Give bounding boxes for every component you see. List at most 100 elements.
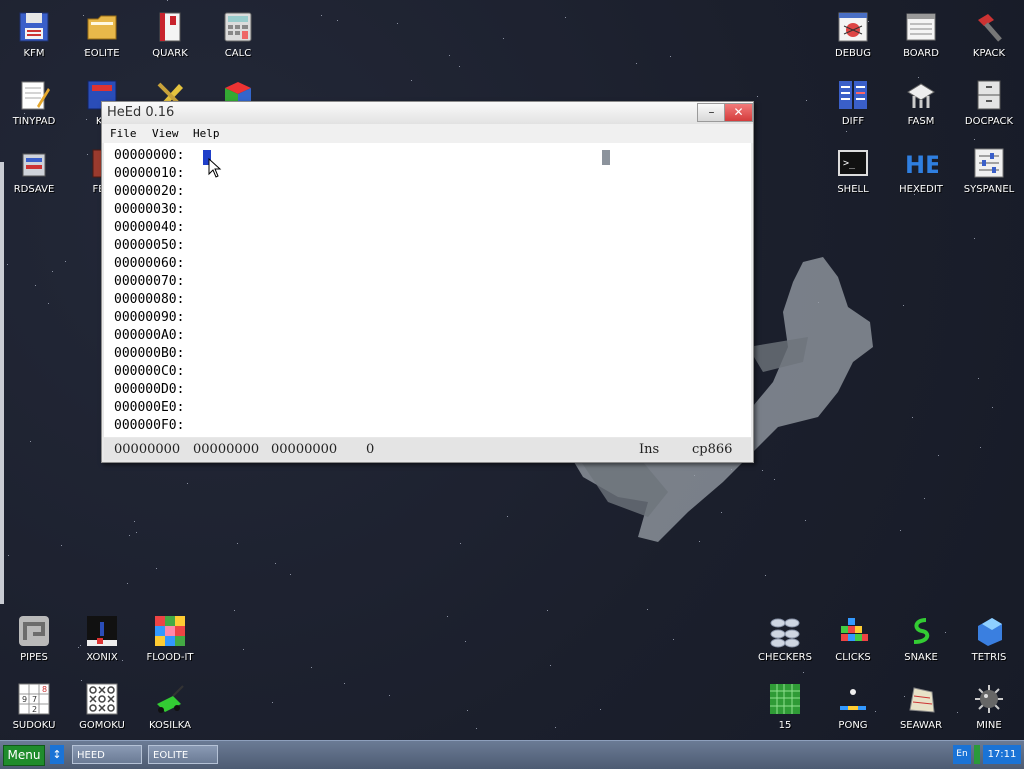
address-row: 00000080:: [114, 292, 185, 307]
icon-label: EOLITE: [84, 48, 120, 59]
desktop-icon-diff[interactable]: DIFF: [819, 72, 887, 136]
star: [8, 555, 9, 556]
star: [647, 609, 648, 610]
he-icon: HE: [904, 146, 941, 180]
star: [900, 530, 901, 531]
desktop-icon-kpack[interactable]: KPACK: [955, 4, 1023, 68]
icon-label: CALC: [224, 48, 252, 59]
desktop-icon-tetris[interactable]: TETRIS: [955, 608, 1023, 672]
star: [449, 55, 450, 56]
icon-label: CHECKERS: [758, 652, 812, 663]
menu-view[interactable]: View: [152, 127, 179, 140]
star: [765, 575, 766, 576]
icon-label: DEBUG: [835, 48, 871, 59]
minimize-button[interactable]: –: [697, 103, 726, 122]
tetris-icon: [972, 614, 1006, 648]
icon-label: QUARK: [152, 48, 188, 59]
desktop-icon-mine[interactable]: MINE: [955, 676, 1023, 740]
star: [187, 483, 188, 484]
star: [912, 417, 913, 418]
desktop-icon-quark[interactable]: QUARK: [136, 4, 204, 68]
star: [476, 728, 477, 729]
menu-help[interactable]: Help: [193, 127, 220, 140]
desktop-icon-kfm[interactable]: KFM: [0, 4, 68, 68]
desktop-icon-rdsave[interactable]: RDSAVE: [0, 140, 68, 204]
star: [503, 38, 504, 39]
xonix-icon: [85, 614, 119, 648]
desktop-icon-fasm[interactable]: FASM: [887, 72, 955, 136]
star: [447, 616, 448, 617]
star: [978, 378, 979, 379]
status-value: 0: [366, 442, 375, 457]
task-button-eolite[interactable]: EOLITE: [148, 745, 218, 764]
desktop-icon-syspanel[interactable]: SYSPANEL: [955, 140, 1023, 204]
desktop-icon-gomoku[interactable]: GOMOKU: [68, 676, 136, 740]
desktop-icon-xonix[interactable]: XONIX: [68, 608, 136, 672]
start-menu-button[interactable]: Menu: [3, 745, 45, 766]
address-row: 00000040:: [114, 220, 185, 235]
star: [48, 303, 49, 304]
desktop-icon-calc[interactable]: CALC: [204, 4, 272, 68]
icon-label: SUDOKU: [12, 720, 56, 731]
desktop-icon-eolite[interactable]: EOLITE: [68, 4, 136, 68]
cabinet-icon: [972, 78, 1006, 112]
window-titlebar[interactable]: HeEd 0.16 – ✕: [102, 102, 753, 124]
desktop-icon-snake[interactable]: SNAKE: [887, 608, 955, 672]
heed-window[interactable]: HeEd 0.16 – ✕ File View Help 00000000: 0…: [101, 101, 754, 463]
text-cursor: [602, 150, 610, 165]
star: [65, 261, 66, 262]
icon-label: 15: [778, 720, 792, 731]
address-row: 00000050:: [114, 238, 185, 253]
star: [636, 63, 637, 64]
sudoku-icon: 978 2: [17, 682, 51, 716]
close-button[interactable]: ✕: [724, 103, 753, 122]
star: [757, 96, 758, 97]
clock[interactable]: 17:11: [983, 745, 1021, 764]
desktop-icon-kosilka[interactable]: KOSILKA: [136, 676, 204, 740]
desktop-icon-checkers[interactable]: CHECKERS: [751, 608, 819, 672]
up-down-arrows-icon[interactable]: ↕: [50, 745, 64, 764]
star: [459, 66, 460, 67]
address-row: 00000020:: [114, 184, 185, 199]
task-button-heed[interactable]: HEED: [72, 745, 142, 764]
star: [600, 709, 601, 710]
hex-editor-area[interactable]: 00000000: 00000010: 00000020: 00000030: …: [104, 143, 751, 437]
address-row: 000000D0:: [114, 382, 185, 397]
snake-icon: [904, 614, 938, 648]
desktop-icon-clicks[interactable]: CLICKS: [819, 608, 887, 672]
terminal-icon: >_: [836, 146, 870, 180]
desktop-icon-flood-it[interactable]: FLOOD-IT: [136, 608, 204, 672]
desktop-icon-seawar[interactable]: SEAWAR: [887, 676, 955, 740]
calculator-icon: [221, 10, 255, 44]
star: [467, 710, 468, 711]
svg-text:HE: HE: [905, 151, 938, 179]
icon-label: BOARD: [903, 48, 939, 59]
side-panel-edge: [0, 162, 4, 604]
desktop-icon-pong[interactable]: PONG: [819, 676, 887, 740]
star: [136, 532, 137, 533]
desktop-icon-pipes[interactable]: PIPES: [0, 608, 68, 672]
desktop-icon-hexedit[interactable]: HE HEXEDIT: [887, 140, 955, 204]
icon-label: TETRIS: [971, 652, 1007, 663]
star: [337, 20, 338, 21]
desktop-icon-tinypad[interactable]: TINYPAD: [0, 72, 68, 136]
status-mode: Ins: [639, 442, 660, 457]
address-row: 00000060:: [114, 256, 185, 271]
desktop-icon-shell[interactable]: >_ SHELL: [819, 140, 887, 204]
star: [397, 23, 398, 24]
address-row: 000000E0:: [114, 400, 185, 415]
fifteen-icon: [768, 682, 802, 716]
desktop-icon-docpack[interactable]: DOCPACK: [955, 72, 1023, 136]
star: [992, 407, 993, 408]
desktop-icon-debug[interactable]: DEBUG: [819, 4, 887, 68]
menu-file[interactable]: File: [110, 127, 137, 140]
menu-bar: File View Help: [102, 124, 753, 143]
star: [507, 516, 508, 517]
language-indicator[interactable]: En: [953, 745, 971, 764]
desktop-icon-15[interactable]: 15: [751, 676, 819, 740]
diff-icon: [836, 78, 870, 112]
icon-label: DIFF: [841, 116, 865, 127]
desktop-icon-board[interactable]: BOARD: [887, 4, 955, 68]
desktop-icon-sudoku[interactable]: 978 2 SUDOKU: [0, 676, 68, 740]
star: [52, 271, 53, 272]
